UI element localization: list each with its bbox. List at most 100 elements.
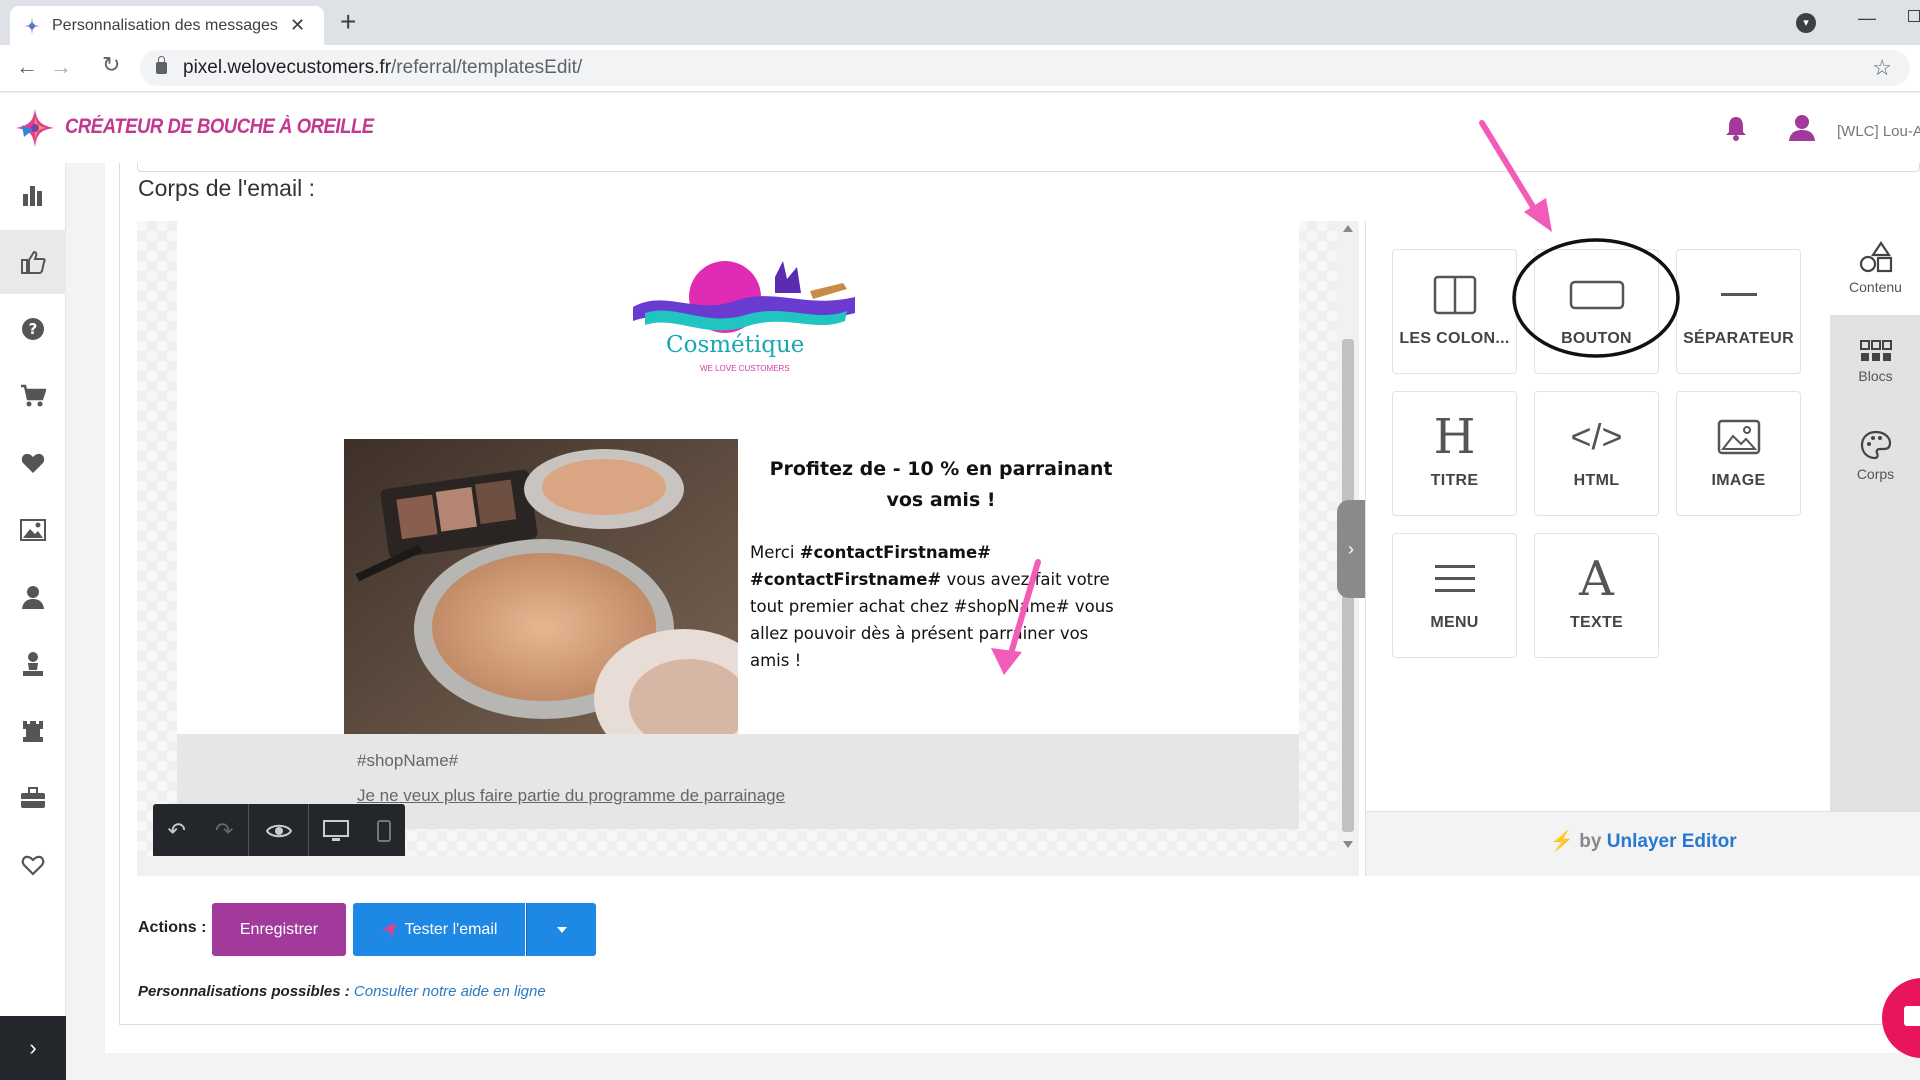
tool-image[interactable]: IMAGE (1676, 391, 1801, 516)
paper-plane-icon (381, 922, 396, 937)
new-tab-button[interactable]: + (340, 8, 356, 36)
history-group: ↶ ↷ (153, 804, 249, 858)
preview-group (249, 804, 309, 858)
scroll-down-arrow[interactable] (1343, 841, 1353, 848)
user-avatar-icon[interactable] (1788, 113, 1816, 141)
browser-tabstrip: Personnalisation des messages W ✕ + ▾ — (0, 0, 1920, 45)
thumbs-up-icon (21, 250, 46, 274)
columns-icon (1433, 275, 1476, 315)
tab-body[interactable]: Corps (1830, 409, 1920, 503)
podium-icon (23, 652, 43, 676)
tool-divider[interactable]: SÉPARATEUR (1676, 249, 1801, 374)
tool-columns[interactable]: LES COLON... (1392, 249, 1517, 374)
mobile-icon[interactable] (377, 820, 391, 842)
cart-icon (21, 384, 46, 407)
footer-shop-name: #shopName# (357, 751, 459, 770)
favicon-icon (24, 17, 40, 34)
scroll-up-arrow[interactable] (1343, 225, 1353, 232)
blocks-icon (1859, 340, 1892, 361)
tool-html[interactable]: </> HTML (1534, 391, 1659, 516)
browser-tab[interactable]: Personnalisation des messages W ✕ (10, 6, 324, 45)
sidebar-item-favorites[interactable] (0, 431, 66, 495)
tool-button[interactable]: BOUTON (1534, 249, 1659, 374)
address-bar[interactable]: pixel.welovecustomers.fr/referral/templa… (140, 50, 1910, 86)
canvas-toolbar: ↶ ↷ (153, 804, 405, 858)
unsubscribe-link[interactable]: Je ne veux plus faire partie du programm… (357, 786, 785, 806)
code-icon: </> (1570, 416, 1623, 457)
sidebar-item-images[interactable] (0, 498, 66, 562)
forward-button[interactable]: → (50, 55, 72, 79)
app-logo-icon[interactable] (14, 107, 56, 149)
tab-content[interactable]: Contenu (1830, 221, 1920, 315)
menu-icon (1434, 565, 1475, 592)
url-text: pixel.welovecustomers.fr/referral/templa… (183, 57, 583, 78)
user-icon (22, 586, 44, 609)
tool-heading[interactable]: H TITRE (1392, 391, 1517, 516)
heart-icon (21, 453, 45, 473)
email-body[interactable]: Cosmétique WE LOVE CUSTOMERS Profitez de… (177, 221, 1299, 734)
redo-icon[interactable]: ↷ (205, 818, 243, 844)
heart-outline-icon (21, 855, 45, 876)
castle-icon (23, 721, 43, 742)
tab-title: Personnalisation des messages W (52, 16, 280, 34)
sidebar-item-referral[interactable] (0, 230, 66, 294)
app-header: CRÉATEUR DE BOUCHE À OREILLE [WLC] Lou-A (0, 93, 1920, 163)
browser-toolbar: ← → ↻ pixel.welovecustomers.fr/referral/… (0, 45, 1920, 92)
personalization-help: Personnalisations possibles : Consulter … (138, 983, 546, 1000)
save-button[interactable]: Enregistrer (212, 903, 346, 956)
email-hero-image[interactable] (344, 439, 738, 734)
lock-icon (156, 56, 167, 74)
logo-tagline: WE LOVE CUSTOMERS (700, 364, 790, 373)
help-link[interactable]: Consulter notre aide en ligne (354, 983, 546, 1000)
briefcase-icon (21, 787, 45, 808)
test-email-button[interactable]: Tester l'email (353, 903, 525, 956)
canvas-horizontal-scrollbar[interactable] (137, 856, 1337, 876)
svg-text:?: ? (29, 320, 38, 338)
app-title: CRÉATEUR DE BOUCHE À OREILLE (65, 115, 374, 138)
maximize-button[interactable] (1908, 10, 1920, 22)
chevron-down-icon (556, 926, 567, 933)
button-icon (1569, 280, 1624, 310)
main-content: Corps de l'email : Cosmétique WE LOVE CU… (105, 163, 1920, 1053)
palette-icon (1860, 430, 1891, 460)
email-canvas: Cosmétique WE LOVE CUSTOMERS Profitez de… (137, 221, 1337, 876)
desktop-icon[interactable] (323, 820, 349, 842)
bell-icon[interactable] (1724, 115, 1748, 141)
tool-text[interactable]: A TEXTE (1534, 533, 1659, 658)
unlayer-credit[interactable]: ⚡ by Unlayer Editor (1366, 811, 1920, 876)
test-email-dropdown[interactable] (526, 903, 596, 956)
minimize-button[interactable]: — (1858, 8, 1876, 29)
reload-button[interactable]: ↻ (102, 53, 120, 77)
tool-menu[interactable]: MENU (1392, 533, 1517, 658)
logo-wordmark: Cosmétique (666, 332, 805, 358)
back-button[interactable]: ← (16, 55, 38, 79)
email-heading[interactable]: Profitez de - 10 % en parrainant vos ami… (751, 454, 1131, 516)
sidebar-item-programs[interactable] (0, 699, 66, 763)
shapes-icon (1859, 241, 1892, 273)
sidebar-item-contacts[interactable] (0, 565, 66, 629)
sidebar-item-cart[interactable] (0, 364, 66, 428)
sidebar-item-rewards[interactable] (0, 632, 66, 696)
sidebar-item-help[interactable]: ? (0, 297, 66, 361)
divider-icon (1720, 293, 1757, 296)
panel-collapse-toggle[interactable]: › (1337, 500, 1365, 598)
tab-blocks[interactable]: Blocs (1830, 315, 1920, 409)
text-icon: A (1579, 551, 1614, 607)
left-sidebar: ? › (0, 163, 66, 1080)
sidebar-item-loyalty[interactable] (0, 833, 66, 897)
previous-field-edge (137, 163, 1920, 172)
device-group (309, 804, 405, 858)
bolt-icon: ⚡ (1550, 831, 1575, 852)
sidebar-item-business[interactable] (0, 766, 66, 830)
help-icon: ? (22, 318, 44, 340)
bookmark-star-icon[interactable]: ☆ (1872, 55, 1892, 81)
user-name[interactable]: [WLC] Lou-A (1837, 123, 1920, 140)
tab-close-icon[interactable]: ✕ (290, 15, 305, 36)
email-paragraph[interactable]: Merci #contactFirstname# #contactFirstna… (750, 539, 1130, 674)
sidebar-expand-button[interactable]: › (0, 1016, 66, 1080)
sidebar-item-stats[interactable] (0, 163, 66, 227)
preview-eye-icon[interactable] (260, 822, 298, 840)
undo-icon[interactable]: ↶ (158, 818, 196, 844)
heading-icon: H (1433, 409, 1476, 465)
tab-search-icon[interactable]: ▾ (1796, 13, 1816, 33)
